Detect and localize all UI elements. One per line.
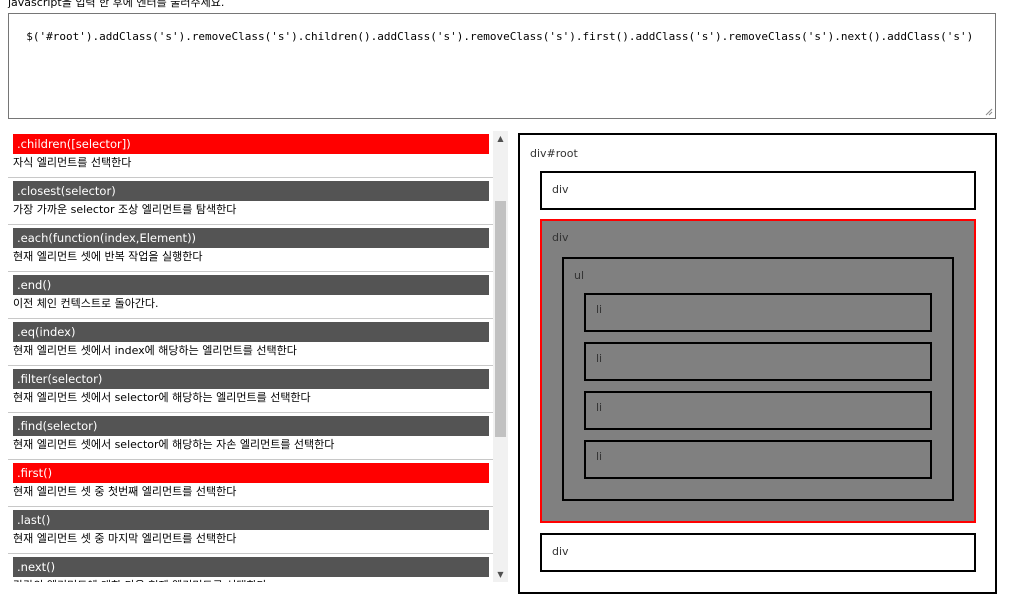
method-description: 이전 체인 컨텍스트로 돌아간다. — [13, 297, 159, 310]
li-label: li — [596, 450, 603, 463]
method-list-scrollbar[interactable]: ▲ ▼ — [493, 131, 508, 582]
scroll-down-icon[interactable]: ▼ — [493, 567, 508, 582]
div-label: div — [552, 231, 569, 244]
method-item[interactable]: .next()각각의 엘리먼트에 대한 다음 형제 엘리먼트를 선택한다. — [8, 554, 493, 582]
preview-ul: ul li li li li — [562, 257, 954, 501]
preview-li: li — [584, 293, 932, 332]
ul-label: ul — [574, 269, 585, 282]
method-description: 현재 엘리먼트 셋에 반복 작업을 실행한다 — [13, 250, 203, 263]
method-item[interactable]: .each(function(index,Element)) 현재 엘리먼트 셋에… — [8, 225, 493, 272]
method-item[interactable]: .last() 현재 엘리먼트 셋 중 마지막 엘리먼트를 선택한다 — [8, 507, 493, 554]
method-item[interactable]: .children([selector]) 자식 엘리먼트를 선택한다 — [8, 131, 493, 178]
method-description: 자식 엘리먼트를 선택한다 — [13, 156, 132, 169]
div-label: div — [552, 545, 569, 558]
method-item[interactable]: .filter(selector) 현재 엘리먼트 셋에서 selector에 해… — [8, 366, 493, 413]
method-name: .last() — [13, 510, 489, 530]
method-item[interactable]: .eq(index) 현재 엘리먼트 셋에서 index에 해당하는 엘리먼트를 … — [8, 319, 493, 366]
method-name: .next() — [13, 557, 489, 577]
method-name: .each(function(index,Element)) — [13, 228, 489, 248]
method-description: 각각의 엘리먼트에 대한 다음 형제 엘리먼트를 선택한다. — [13, 578, 489, 582]
scroll-thumb[interactable] — [495, 201, 506, 437]
code-input[interactable]: $('#root').addClass('s').removeClass('s'… — [8, 13, 996, 119]
instruction-text: javascript을 입력 한 후에 엔터를 눌러주세요. — [8, 0, 225, 9]
method-name: .eq(index) — [13, 322, 489, 342]
root-label: div#root — [530, 147, 578, 160]
method-item[interactable]: .end() 이전 체인 컨텍스트로 돌아간다. — [8, 272, 493, 319]
method-item[interactable]: .find(selector) 현재 엘리먼트 셋에서 selector에 해당하… — [8, 413, 493, 460]
method-description: 현재 엘리먼트 셋에서 selector에 해당하는 엘리먼트를 선택한다 — [13, 391, 311, 404]
code-text: $('#root').addClass('s').removeClass('s'… — [26, 30, 974, 43]
preview-div-first: div — [540, 171, 976, 210]
method-description: 현재 엘리먼트 셋에서 selector에 해당하는 자손 엘리먼트를 선택한다 — [13, 438, 335, 451]
method-list: .children([selector]) 자식 엘리먼트를 선택한다 .close… — [8, 131, 508, 582]
method-description: 현재 엘리먼트 셋 중 마지막 엘리먼트를 선택한다 — [13, 532, 237, 545]
method-description: 현재 엘리먼트 셋 중 첫번째 엘리먼트를 선택한다 — [13, 485, 237, 498]
method-name: .first() — [13, 463, 489, 483]
scroll-up-icon[interactable]: ▲ — [493, 131, 508, 146]
method-description: 가장 가까운 selector 조상 엘리먼트를 탐색한다 — [13, 203, 237, 216]
method-item[interactable]: .closest(selector) 가장 가까운 selector 조상 엘리먼… — [8, 178, 493, 225]
preview-li: li — [584, 342, 932, 381]
method-list-items: .children([selector]) 자식 엘리먼트를 선택한다 .close… — [8, 131, 493, 582]
method-name: .children([selector]) — [13, 134, 489, 154]
preview-li: li — [584, 391, 932, 430]
preview-li: li — [584, 440, 932, 479]
method-name: .closest(selector) — [13, 181, 489, 201]
li-label: li — [596, 401, 603, 414]
li-label: li — [596, 303, 603, 316]
resize-grip-icon[interactable] — [985, 108, 993, 116]
method-name: .end() — [13, 275, 489, 295]
div-label: div — [552, 183, 569, 196]
dom-preview: div#root div div ul li li li li div — [518, 133, 997, 594]
method-name: .filter(selector) — [13, 369, 489, 389]
method-description: 현재 엘리먼트 셋에서 index에 해당하는 엘리먼트를 선택한다 — [13, 344, 297, 357]
preview-div-last: div — [540, 533, 976, 572]
method-name: .find(selector) — [13, 416, 489, 436]
li-label: li — [596, 352, 603, 365]
method-item[interactable]: .first() 현재 엘리먼트 셋 중 첫번째 엘리먼트를 선택한다 — [8, 460, 493, 507]
preview-div-selected: div ul li li li li — [540, 219, 976, 523]
